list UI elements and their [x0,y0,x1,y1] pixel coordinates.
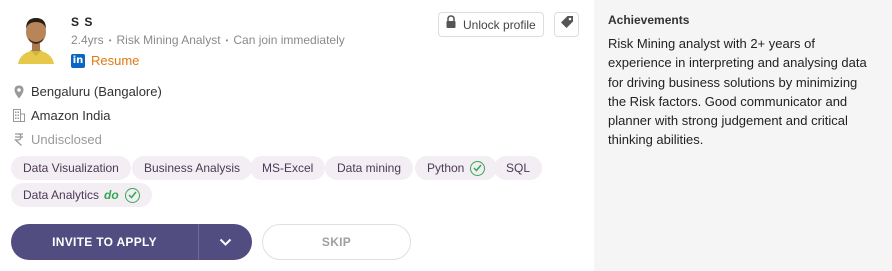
skill-chip[interactable]: SQL [494,156,543,180]
salary-value: Undisclosed [31,132,102,147]
building-icon [13,109,25,122]
resume-link[interactable]: in Resume [71,53,139,68]
chevron-down-icon[interactable] [199,238,252,246]
location-value: Bengaluru (Bangalore) [31,84,162,99]
invite-to-apply-button[interactable]: INVITE TO APPLY [11,224,252,260]
skill-chip[interactable]: Data Visualization [11,156,131,180]
skill-label: Business Analysis [144,161,241,175]
rupee-icon [13,133,25,146]
assessment-badge-icon: do [104,188,119,202]
company-value: Amazon India [31,108,111,123]
location-row: Bengaluru (Bangalore) [13,84,162,99]
lock-icon [445,15,457,34]
skill-label: MS-Excel [262,161,314,175]
experience: 2.4yrs [71,33,104,47]
salary-row: Undisclosed [13,132,102,147]
unlock-profile-button[interactable]: Unlock profile [438,12,544,37]
achievements-title: Achievements [608,13,690,27]
invite-to-apply-label: INVITE TO APPLY [52,235,157,249]
achievements-text: Risk Mining analyst with 2+ years of exp… [608,36,867,148]
skill-label: Data Visualization [23,161,119,175]
map-pin-icon [13,85,25,99]
role: Risk Mining Analyst [116,33,221,47]
unlock-profile-label: Unlock profile [463,17,536,32]
skill-label: Data mining [337,161,402,175]
skill-chip[interactable]: Data mining [325,156,414,180]
avatar[interactable] [14,12,58,64]
availability: Can join immediately [233,33,345,47]
company-row: Amazon India [13,108,111,123]
linkedin-icon: in [71,53,85,68]
skill-label: Python [427,161,465,175]
skill-label: Data Analytics [23,188,100,202]
candidate-name[interactable]: S S [71,15,93,29]
skill-chip[interactable]: MS-Excel [250,156,326,180]
check-circle-icon [124,187,140,203]
skip-button[interactable]: SKIP [262,224,411,260]
skill-chip[interactable]: Business Analysis [132,156,253,180]
candidate-card: S S 2.4yrs • Risk Mining Analyst • Can join … [0,0,594,271]
tag-icon [560,15,574,34]
check-circle-icon [470,160,486,176]
skill-label: SQL [506,161,531,175]
resume-label: Resume [91,53,140,68]
skill-chip[interactable]: Python [415,156,498,180]
candidate-meta: 2.4yrs • Risk Mining Analyst • Can join imme… [71,33,345,47]
tag-button[interactable] [554,12,579,37]
skill-chip[interactable]: Data Analytics do [11,183,152,207]
